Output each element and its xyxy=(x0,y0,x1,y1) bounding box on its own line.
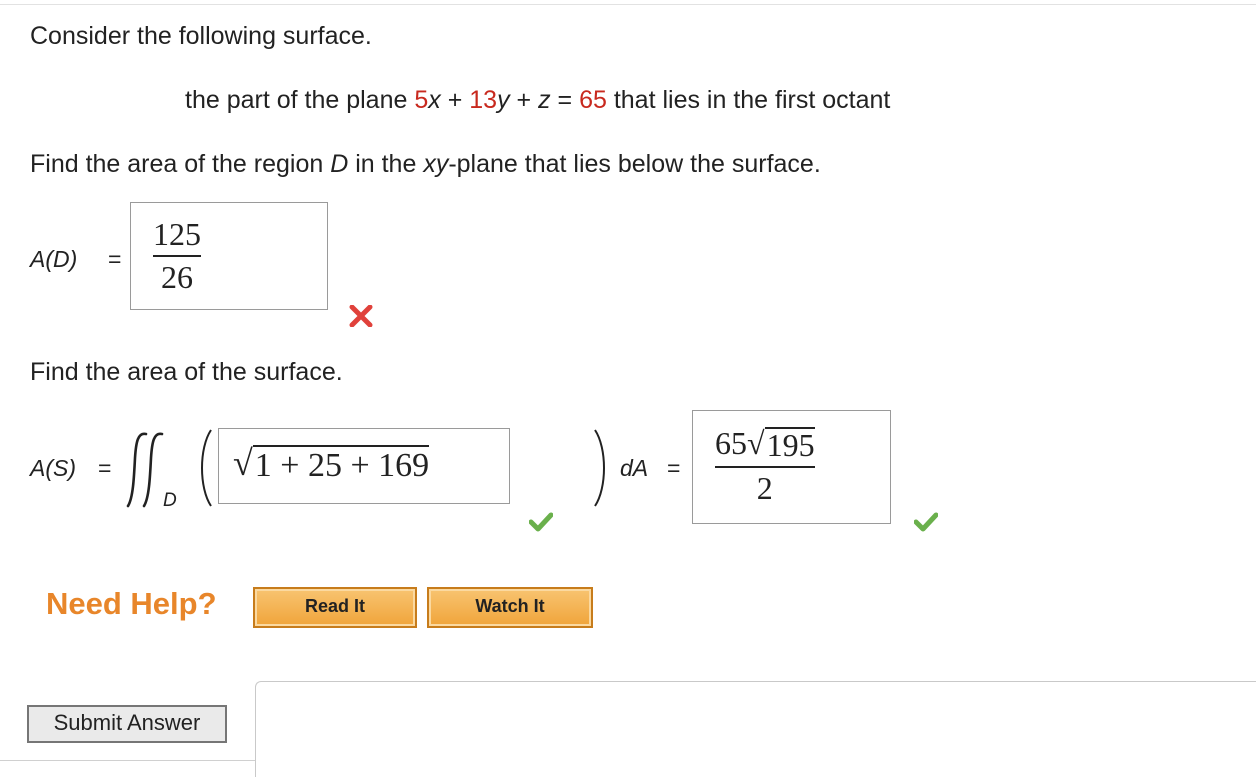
q2-equals-2: = xyxy=(667,455,681,481)
integral-subscript: D xyxy=(163,491,177,510)
plus-1: + xyxy=(440,86,470,114)
fraction-denominator: 26 xyxy=(161,259,193,295)
constant: 65 xyxy=(579,86,607,114)
fraction-numerator-2: 65 √ 195 xyxy=(715,427,815,461)
answer-field-integrand[interactable]: √ 1 + 25 + 169 xyxy=(218,428,510,504)
var-x: x xyxy=(428,86,441,114)
var-y: y xyxy=(497,86,510,114)
read-it-button[interactable]: Read It xyxy=(253,587,417,628)
dA-label: dA xyxy=(620,457,648,480)
q1-xy: xy xyxy=(423,150,449,178)
surface-description: the part of the plane 5x + 13y + z = 65 … xyxy=(185,88,890,113)
left-paren-icon xyxy=(201,429,212,507)
q2-label-text: A(S) xyxy=(30,455,76,481)
right-paren-icon xyxy=(594,429,605,507)
equals-sign: = xyxy=(550,86,580,114)
integrand-expression: 1 + 25 + 169 xyxy=(252,445,430,484)
q1-equals: = xyxy=(108,246,122,272)
question-2-text: Find the area of the surface. xyxy=(30,358,343,386)
answer-field-surface-area[interactable]: 65 √ 195 2 xyxy=(692,410,891,524)
q1-label: A(D) xyxy=(30,248,77,271)
q1-region-D: D xyxy=(330,150,349,178)
fraction-numerator: 125 xyxy=(153,216,201,252)
q1-label-text: A(D) xyxy=(30,246,78,272)
intro-text: Consider the following surface. xyxy=(30,22,372,50)
sqrt-icon: √ xyxy=(233,443,253,483)
q2-equals: = xyxy=(98,455,112,481)
fraction-area-D: 125 26 xyxy=(153,218,201,293)
submit-answer-button[interactable]: Submit Answer xyxy=(27,705,227,743)
fraction-denominator-2: 2 xyxy=(756,470,773,506)
question-1-text: Find the area of the region D in the xy-… xyxy=(30,152,821,177)
bottom-divider xyxy=(0,760,255,761)
var-z: z xyxy=(538,86,551,114)
integrand-sqrt: √ 1 + 25 + 169 xyxy=(233,443,430,484)
surface-suffix: that lies in the first octant xyxy=(606,86,891,114)
q1-mid: in the xyxy=(348,150,424,178)
numerator-radicand: 195 xyxy=(764,427,815,463)
q1-post: -plane that lies below the surface. xyxy=(448,150,821,178)
answer-field-area-D[interactable]: 125 26 xyxy=(130,202,328,310)
watch-it-button[interactable]: Watch It xyxy=(427,587,593,628)
sqrt-icon-2: √ xyxy=(747,425,765,461)
coef-y: 13 xyxy=(469,86,498,114)
surface-prefix: the part of the plane xyxy=(185,86,415,114)
need-help-label: Need Help? xyxy=(46,586,217,621)
incorrect-x-icon xyxy=(349,305,373,327)
subscript-D: D xyxy=(163,490,177,511)
plus-2: + xyxy=(509,86,539,114)
q2-label: A(S) xyxy=(30,457,76,480)
response-panel xyxy=(255,681,1256,777)
fraction-bar xyxy=(153,255,201,257)
fraction-bar-2 xyxy=(715,466,815,468)
correct-check-icon-answer xyxy=(914,512,938,532)
top-divider xyxy=(0,4,1256,5)
q1-pre: Find the area of the region xyxy=(30,150,331,178)
dA-text: dA xyxy=(620,455,649,481)
coef-x: 5 xyxy=(414,86,429,114)
correct-check-icon-integrand xyxy=(529,512,553,532)
fraction-surface-area: 65 √ 195 2 xyxy=(715,427,815,504)
numerator-coef: 65 xyxy=(715,425,747,461)
